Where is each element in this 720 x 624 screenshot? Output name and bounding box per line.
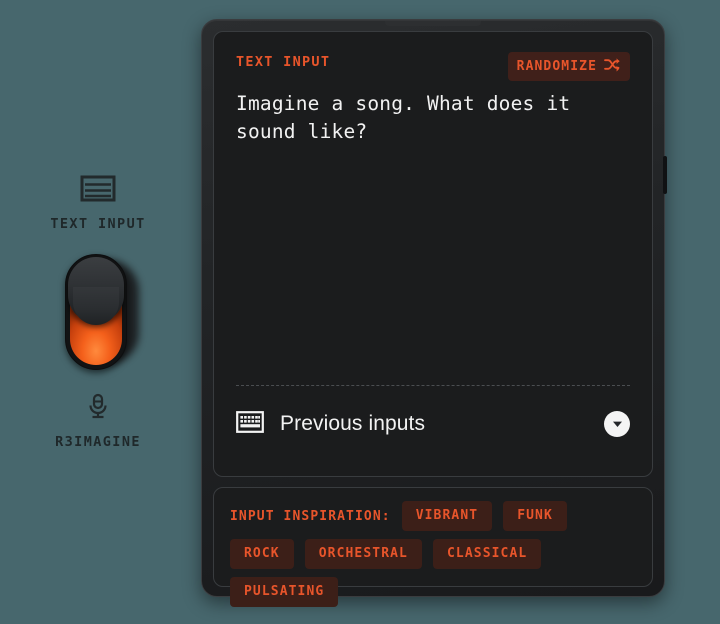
- inspiration-chip[interactable]: FUNK: [503, 501, 567, 531]
- previous-inputs-row[interactable]: Previous inputs: [236, 386, 630, 462]
- speaker-notch: [385, 21, 481, 26]
- previous-inputs-label: Previous inputs: [280, 412, 426, 435]
- panel-title: TEXT INPUT: [236, 54, 331, 70]
- text-input-field[interactable]: Imagine a song. What does it sound like?: [236, 90, 630, 385]
- inspiration-panel: INPUT INSPIRATION: VIBRANT FUNK ROCK ORC…: [213, 487, 653, 607]
- toggle-track[interactable]: [65, 254, 127, 370]
- device-frame: TEXT INPUT RANDOMIZE Imagine a song. Wha…: [201, 19, 667, 607]
- inspiration-chip-list: INPUT INSPIRATION: VIBRANT FUNK ROCK ORC…: [230, 501, 636, 607]
- toggle-knob[interactable]: [68, 257, 124, 325]
- keyboard-icon: [236, 410, 264, 438]
- input-mode-sidebar: TEXT INPUT R3IMAGINE: [0, 175, 196, 450]
- inspiration-chip[interactable]: ORCHESTRAL: [304, 539, 422, 569]
- shuffle-icon: [604, 57, 621, 75]
- text-lines-icon: [80, 175, 116, 207]
- text-input-placeholder: Imagine a song. What does it sound like?: [236, 92, 571, 143]
- inspiration-chip[interactable]: ROCK: [230, 539, 294, 569]
- sidebar-bottom-mode-label: R3IMAGINE: [55, 434, 141, 450]
- input-mode-toggle[interactable]: [59, 254, 139, 370]
- previous-inputs-left: Previous inputs: [236, 410, 426, 438]
- randomize-label: RANDOMIZE: [516, 58, 597, 74]
- inspiration-chip[interactable]: PULSATING: [230, 577, 339, 607]
- side-hardware-button[interactable]: [663, 156, 667, 194]
- chevron-down-icon[interactable]: [604, 411, 630, 437]
- inspiration-chip[interactable]: CLASSICAL: [433, 539, 542, 569]
- panel-header: TEXT INPUT RANDOMIZE: [236, 52, 630, 81]
- text-input-panel: TEXT INPUT RANDOMIZE Imagine a song. Wha…: [213, 31, 653, 477]
- sidebar-top-mode-label: TEXT INPUT: [50, 216, 146, 232]
- inspiration-chip[interactable]: VIBRANT: [401, 501, 493, 531]
- microphone-icon: [84, 392, 112, 425]
- inspiration-label: INPUT INSPIRATION:: [230, 508, 391, 524]
- randomize-button[interactable]: RANDOMIZE: [507, 52, 630, 81]
